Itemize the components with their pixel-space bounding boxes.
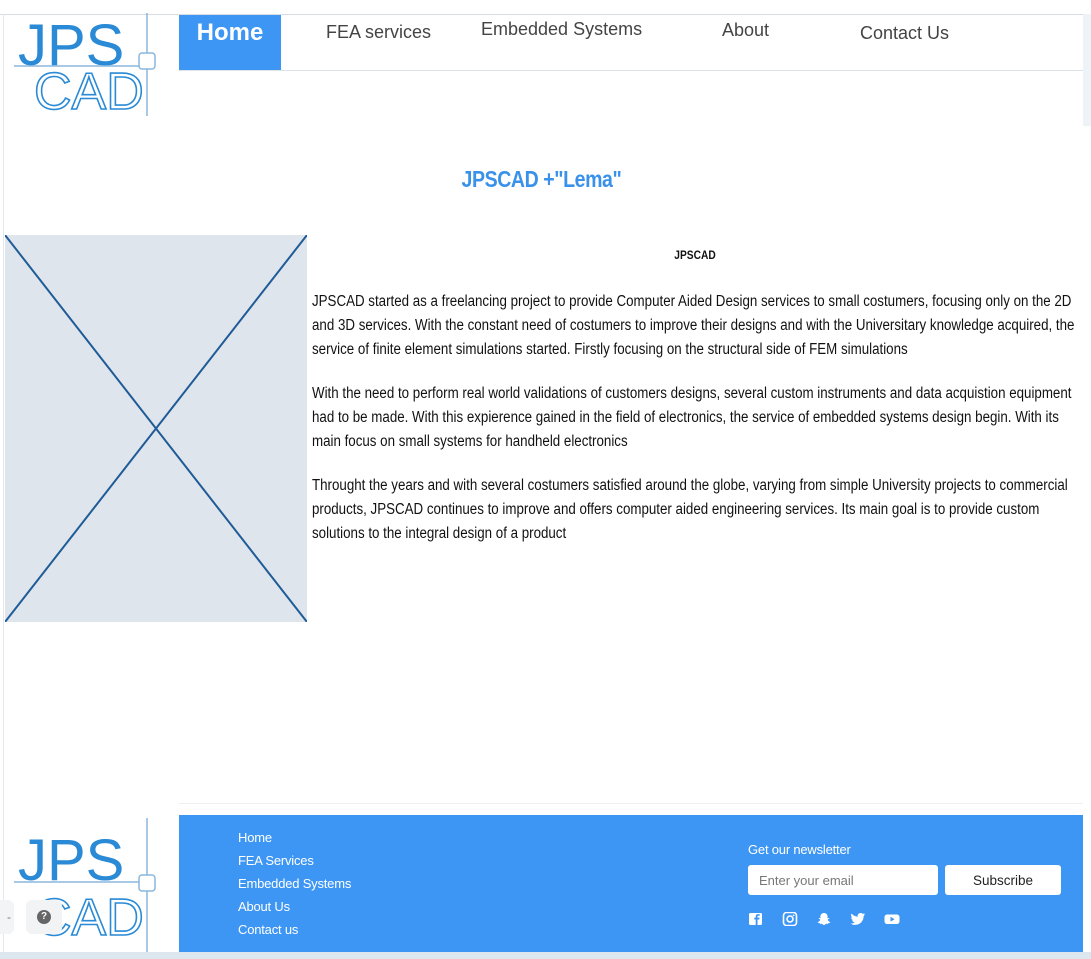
help-icon: ? [37, 910, 51, 924]
nav-embedded-systems[interactable]: Embedded Systems [481, 15, 642, 70]
footer-divider [179, 803, 1083, 804]
article-heading: JPSCAD [674, 248, 716, 262]
article-paragraph-3: Throught the years and with several cost… [312, 477, 1068, 542]
nav-about[interactable]: About [722, 15, 769, 70]
image-placeholder [5, 235, 307, 622]
nav-contact-us[interactable]: Contact Us [860, 15, 949, 70]
snapchat-icon[interactable] [816, 912, 832, 926]
footer-link-about-us[interactable]: About Us [238, 898, 351, 921]
logo-text-cad: CAD [34, 63, 144, 117]
about-article: JPSCAD JPSCAD started as a freelancing p… [312, 248, 1078, 566]
footer-link-home[interactable]: Home [238, 829, 351, 852]
youtube-icon[interactable] [884, 912, 900, 926]
help-button[interactable]: ? [26, 900, 62, 934]
footer-link-fea-services[interactable]: FEA Services [238, 852, 351, 875]
newsletter: Get our newsletter Subscribe [748, 842, 1061, 926]
article-paragraph-1: JPSCAD started as a freelancing project … [312, 293, 1075, 358]
footer-links: Home FEA Services Embedded Systems About… [238, 829, 351, 944]
email-input[interactable] [748, 865, 938, 895]
left-border [3, 14, 4, 959]
social-links [748, 912, 900, 926]
twitter-icon[interactable] [850, 912, 866, 926]
nav-fea-services[interactable]: FEA services [326, 15, 431, 70]
instagram-icon[interactable] [782, 912, 798, 926]
article-paragraph-2: With the need to perform real world vali… [312, 385, 1072, 450]
footer: Home FEA Services Embedded Systems About… [179, 815, 1083, 952]
main-nav: Home FEA services Embedded Systems About… [179, 15, 1083, 71]
facebook-icon[interactable] [748, 912, 764, 926]
help-widget-stub: ‑ [0, 900, 14, 934]
header-logo[interactable]: JPS CAD [14, 13, 160, 117]
subscribe-button[interactable]: Subscribe [945, 865, 1061, 895]
footer-link-contact-us[interactable]: Contact us [238, 921, 351, 944]
bottom-edge [0, 952, 1091, 959]
newsletter-label: Get our newsletter [748, 842, 851, 857]
footer-logo-text-jps: JPS [18, 828, 124, 893]
footer-link-embedded-systems[interactable]: Embedded Systems [238, 875, 351, 898]
nav-home[interactable]: Home [179, 15, 281, 70]
scroll-gutter [1083, 14, 1091, 126]
page-title: JPSCAD +"Lema" [461, 166, 622, 192]
